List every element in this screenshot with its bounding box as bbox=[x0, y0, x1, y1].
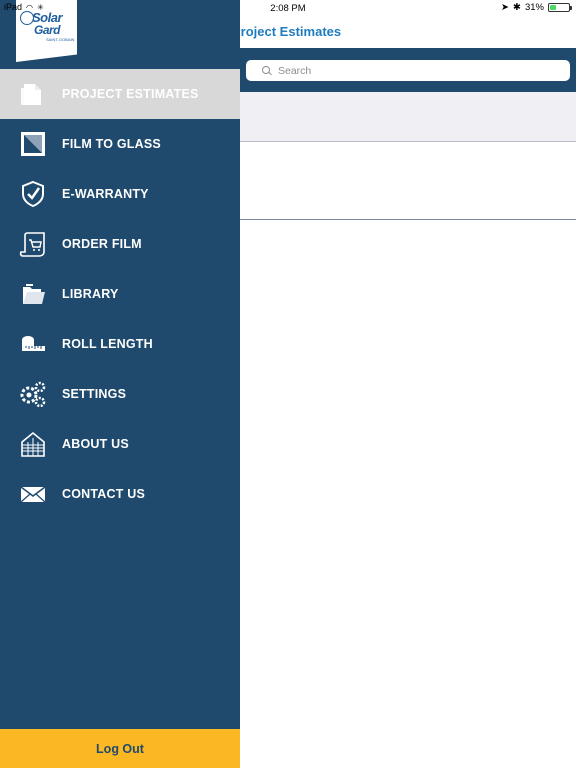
menu-item-label: ROLL LENGTH bbox=[62, 337, 153, 351]
cart-scroll-icon bbox=[18, 230, 47, 259]
search-input[interactable]: Search bbox=[246, 60, 570, 81]
status-right: ➤ ✱ 31% bbox=[501, 2, 572, 13]
menu-item-library[interactable]: LIBRARY bbox=[0, 269, 240, 319]
tape-measure-icon bbox=[18, 330, 47, 359]
menu-item-order-film[interactable]: ORDER FILM bbox=[0, 219, 240, 269]
search-icon bbox=[262, 65, 272, 76]
battery-icon bbox=[548, 3, 572, 12]
menu-item-film-to-glass[interactable]: FILM TO GLASS bbox=[0, 119, 240, 169]
building-icon bbox=[18, 430, 47, 459]
menu-item-project-estimates[interactable]: PROJECT ESTIMATES bbox=[0, 69, 240, 119]
menu-item-label: ABOUT US bbox=[62, 437, 129, 451]
document-icon bbox=[18, 80, 47, 109]
menu-item-contact-us[interactable]: CONTACT US bbox=[0, 469, 240, 519]
menu-item-label: PROJECT ESTIMATES bbox=[62, 87, 199, 101]
folder-icon bbox=[18, 280, 47, 309]
status-left: iPad ◠ ✳ bbox=[4, 2, 44, 12]
page-title: Project Estimates bbox=[232, 24, 342, 39]
device-label: iPad bbox=[4, 2, 23, 12]
menu-item-about-us[interactable]: ABOUT US bbox=[0, 419, 240, 469]
wifi-icon: ◠ bbox=[26, 2, 33, 12]
menu-item-label: LIBRARY bbox=[62, 287, 119, 301]
film-glass-icon bbox=[18, 130, 47, 159]
side-drawer: iPad ◠ ✳ Solar Gard SAINT-GOBAIN PROJECT… bbox=[0, 0, 240, 768]
location-icon: ➤ bbox=[501, 2, 510, 13]
gears-icon bbox=[18, 380, 47, 409]
menu-item-label: CONTACT US bbox=[62, 487, 146, 501]
menu-item-label: SETTINGS bbox=[62, 387, 127, 401]
search-placeholder: Search bbox=[278, 64, 312, 77]
menu-item-e-warranty[interactable]: E-WARRANTY bbox=[0, 169, 240, 219]
menu-item-roll-length[interactable]: ROLL LENGTH bbox=[0, 319, 240, 369]
menu-item-label: ORDER FILM bbox=[62, 237, 142, 251]
battery-percent: 31% bbox=[524, 2, 544, 13]
activity-icon: ✳ bbox=[37, 2, 44, 12]
menu-item-label: E-WARRANTY bbox=[62, 187, 149, 201]
envelope-icon bbox=[18, 480, 47, 509]
menu-item-label: FILM TO GLASS bbox=[62, 137, 161, 151]
logo-line-3: SAINT-GOBAIN bbox=[46, 37, 75, 42]
logout-button[interactable]: Log Out bbox=[0, 729, 240, 768]
battery-fill bbox=[550, 5, 556, 10]
shield-check-icon bbox=[18, 180, 47, 209]
menu-item-settings[interactable]: SETTINGS bbox=[0, 369, 240, 419]
drawer-menu: PROJECT ESTIMATES FILM TO GLASS E-WARRAN… bbox=[0, 69, 240, 519]
logo-line-2: Gard bbox=[34, 23, 61, 37]
bluetooth-icon: ✱ bbox=[513, 2, 521, 13]
